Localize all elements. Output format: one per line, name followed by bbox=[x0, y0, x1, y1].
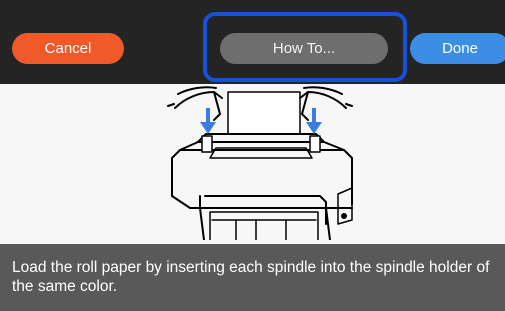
arrow-down-icon bbox=[200, 108, 216, 134]
printer-illustration-svg bbox=[167, 86, 353, 241]
printer-illustration bbox=[0, 84, 505, 241]
printer-screen: Cancel How To... Done Load the roll pape… bbox=[0, 0, 505, 311]
done-button[interactable]: Done bbox=[410, 33, 505, 64]
arrow-down-icon bbox=[306, 108, 322, 134]
instruction-caption: Load the roll paper by inserting each sp… bbox=[0, 244, 505, 311]
top-bar: Cancel How To... Done bbox=[0, 0, 505, 84]
how-to-button[interactable]: How To... bbox=[220, 33, 388, 64]
cancel-button[interactable]: Cancel bbox=[12, 33, 124, 64]
